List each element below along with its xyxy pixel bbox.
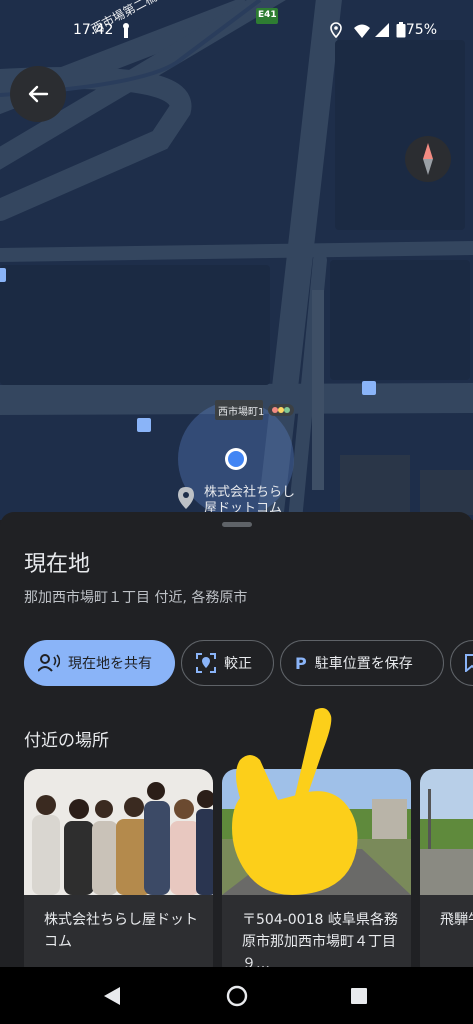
nearby-card[interactable]: 飛騨牛ター — [420, 769, 473, 967]
calibrate-icon — [196, 653, 216, 673]
battery-icon — [396, 22, 406, 42]
intersection-label: 西市場町1 — [218, 407, 265, 418]
arrow-back-icon — [28, 85, 49, 103]
nearby-photo-people — [24, 769, 213, 895]
signal-icon — [374, 22, 390, 42]
sheet-title: 現在地 — [24, 552, 91, 577]
save-parking-button[interactable]: P 駐車位置を保存 — [280, 640, 444, 686]
calibrate-label: 較正 — [224, 656, 252, 672]
compass-button[interactable] — [405, 136, 451, 182]
map-roads — [0, 0, 473, 520]
back-button[interactable] — [10, 66, 66, 122]
nearby-card-title: 〒504-0018 岐阜県各務原市那加西市場町４丁目９… — [242, 912, 398, 967]
status-time: 17:42 — [73, 22, 114, 38]
nearby-card-title: 株式会社ちらし屋ドットコム — [44, 912, 198, 950]
share-location-icon — [38, 654, 60, 672]
battery-percent: 75% — [405, 22, 437, 38]
drag-handle[interactable] — [222, 522, 252, 527]
sheet-address: 那加西市場町１丁目 付近, 各務原市 — [24, 590, 248, 606]
share-location-button[interactable]: 現在地を共有 — [24, 640, 175, 686]
nearby-heading: 付近の場所 — [24, 731, 109, 751]
bookmark-icon — [465, 654, 473, 672]
nearby-card-title: 飛騨牛ター — [440, 912, 473, 928]
nearby-photo-road — [420, 769, 473, 895]
nav-recents-icon[interactable] — [350, 987, 368, 1005]
save-parking-label: 駐車位置を保存 — [314, 656, 413, 672]
parking-icon: P — [295, 653, 307, 673]
pointing-hand-icon — [232, 708, 358, 896]
map-view[interactable]: 西市場第二橋 E41 西市場町1 株式会社ちらし 屋ドットコム — [0, 0, 473, 520]
nav-home-icon[interactable] — [226, 985, 248, 1007]
compass-icon — [423, 143, 433, 175]
share-location-label: 現在地を共有 — [68, 656, 152, 672]
calibrate-button[interactable]: 較正 — [181, 640, 274, 686]
wifi-icon — [353, 23, 371, 42]
nearby-card[interactable]: 株式会社ちらし屋ドットコム — [24, 769, 213, 967]
system-nav-bar — [0, 967, 473, 1024]
location-icon — [330, 22, 342, 42]
notification-icon — [121, 22, 131, 42]
more-action-button[interactable] — [450, 640, 473, 686]
nav-back-icon[interactable] — [103, 986, 121, 1006]
status-bar: 17:42 75% — [0, 0, 473, 62]
